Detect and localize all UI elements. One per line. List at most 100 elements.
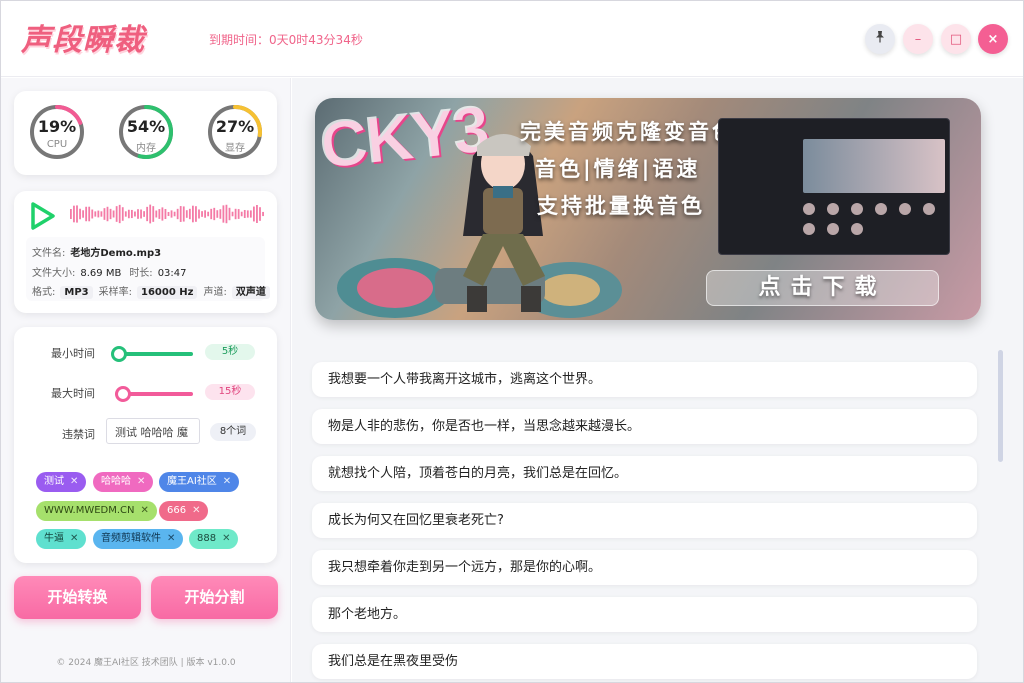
waveform-bar: [109, 208, 112, 220]
banned-words-input[interactable]: 测试 哈哈哈 魔: [106, 418, 200, 444]
tag-remove-icon[interactable]: ✕: [167, 533, 175, 544]
tag-chip[interactable]: 音频剪辑软件 ✕: [93, 529, 184, 549]
tag-chip[interactable]: 测试 ✕: [36, 472, 87, 492]
tag-chip[interactable]: 哈哈哈 ✕: [93, 472, 154, 492]
max-time-value: 15秒: [205, 384, 255, 400]
channel-label: 声道:: [203, 287, 227, 298]
audio-file-card: 文件名: 老地方Demo.mp3 文件大小: 8.69 MB 时长: 03:47 格式:…: [14, 191, 277, 313]
tag-remove-icon[interactable]: ✕: [223, 476, 231, 487]
preview-avatar: [851, 223, 863, 235]
tag-chip[interactable]: 魔王AI社区 ✕: [159, 472, 240, 492]
format-value: MP3: [60, 286, 93, 299]
waveform-bar: [149, 204, 152, 224]
tag-remove-icon[interactable]: ✕: [222, 533, 230, 544]
waveform-bar: [198, 209, 200, 219]
tag-chip[interactable]: 888 ✕: [189, 529, 239, 549]
sentence-list-scrollbar[interactable]: [998, 350, 1003, 462]
cpu-percent: 19%: [37, 117, 77, 136]
waveform-bar: [182, 206, 185, 222]
min-time-value: 5秒: [205, 344, 255, 360]
waveform-bar: [167, 211, 170, 217]
sentence-item[interactable]: 物是人非的悲伤，你是否也一样，当思念越来越漫长。: [312, 409, 977, 444]
expire-value: 0天0时43分34秒: [269, 33, 363, 47]
tag-chip[interactable]: WWW.MWEDM.CN ✕: [36, 501, 157, 521]
waveform-bar: [161, 207, 164, 221]
promo-banner[interactable]: CKY3 完美音频克隆变音色 音色|情绪|语速 支持批量换音色 点击下载: [315, 98, 981, 320]
tag-remove-icon[interactable]: ✕: [70, 476, 78, 487]
vram-gauge: 27% 显存: [206, 103, 264, 161]
preview-thumbnail: [803, 139, 945, 193]
sentence-item[interactable]: 我只想牵着你走到另一个远方，那是你的心啊。: [312, 550, 977, 585]
waveform-bar: [118, 204, 121, 224]
system-monitor-card: 19% CPU 54% 内存 27% 显存: [14, 91, 277, 175]
waveform-bar: [164, 208, 167, 220]
waveform-bar: [70, 209, 72, 219]
waveform-bar: [88, 206, 91, 222]
maximize-button[interactable]: □: [941, 24, 971, 54]
sentence-item[interactable]: 我想要一个人带我离开这城市，逃离这个世界。: [312, 362, 977, 397]
close-button[interactable]: ×: [978, 24, 1008, 54]
waveform-bar: [195, 206, 197, 222]
memory-label: 内存: [136, 143, 156, 154]
waveform-bar: [140, 209, 142, 219]
waveform-bar: [155, 210, 158, 218]
min-time-slider-thumb[interactable]: [110, 346, 127, 362]
vram-percent: 27%: [215, 117, 255, 136]
download-button[interactable]: 点击下载: [706, 270, 939, 306]
preview-avatar: [827, 203, 839, 215]
app-window: 声段瞬裁 到期时间：0天0时43分34秒 – □ × 19% CPU 54% 内…: [0, 0, 1024, 683]
main-panel: CKY3 完美音频克隆变音色 音色|情绪|语速 支持批量换音色 点击下载 我想要…: [292, 78, 1023, 682]
tag-remove-icon[interactable]: ✕: [70, 533, 78, 544]
waveform-bar: [237, 209, 240, 219]
waveform-bar: [249, 210, 252, 218]
waveform-bar: [143, 211, 145, 217]
sentence-item[interactable]: 就想找个人陪，顶着苍白的月亮，我们总是在回忆。: [312, 456, 977, 491]
waveform-bar: [176, 208, 179, 220]
preview-avatar: [803, 223, 815, 235]
waveform-bar: [201, 211, 203, 217]
title-bar: 声段瞬裁 到期时间：0天0时43分34秒 – □ ×: [1, 1, 1023, 77]
duration-label: 时长:: [129, 268, 153, 279]
expire-label: 到期时间：: [209, 33, 270, 47]
waveform-bar: [259, 207, 261, 221]
tag-label: WWW.MWEDM.CN: [44, 505, 135, 516]
expire-time: 到期时间：0天0时43分34秒: [209, 31, 363, 48]
tag-label: 666: [167, 505, 187, 516]
waveform-bar: [73, 205, 75, 223]
size-row: 文件大小: 8.69 MB 时长: 03:47: [32, 264, 195, 279]
tag-remove-icon[interactable]: ✕: [137, 476, 145, 487]
waveform-bar: [256, 205, 258, 223]
start-convert-button[interactable]: 开始转换: [14, 576, 141, 619]
minimize-button[interactable]: –: [903, 24, 933, 54]
sentence-item[interactable]: 成长为何又在回忆里衰老死亡?: [312, 503, 977, 538]
waveform-bar: [253, 206, 255, 222]
channel-value: 双声道: [231, 286, 270, 299]
waveform-bar: [158, 209, 161, 219]
waveform-bar: [243, 209, 246, 219]
filename-value: 老地方Demo.mp3: [70, 248, 162, 259]
banner-line-1: 完美音频克隆变音色: [520, 120, 736, 144]
tag-remove-icon[interactable]: ✕: [141, 505, 149, 516]
tag-remove-icon[interactable]: ✕: [192, 505, 200, 516]
tag-label: 音频剪辑软件: [101, 533, 161, 544]
min-time-label: 最小时间: [51, 347, 95, 360]
sentence-item[interactable]: 我们总是在黑夜里受伤: [312, 644, 977, 679]
waveform-bar: [137, 209, 139, 219]
tag-chip[interactable]: 666 ✕: [159, 501, 209, 521]
app-preview-screenshot: [718, 118, 950, 255]
sentence-item[interactable]: 那个老地方。: [312, 597, 977, 632]
file-info: 文件名: 老地方Demo.mp3 文件大小: 8.69 MB 时长: 03:47 格式:…: [26, 237, 270, 301]
waveform-bar: [112, 210, 115, 218]
waveform-bar: [207, 211, 210, 217]
waveform-bar: [179, 206, 182, 222]
play-icon[interactable]: [30, 202, 56, 234]
waveform[interactable]: [70, 201, 266, 227]
max-time-slider-thumb[interactable]: [114, 386, 131, 402]
waveform-bar: [115, 206, 118, 222]
start-split-button[interactable]: 开始分割: [151, 576, 278, 619]
pin-button[interactable]: [865, 24, 895, 54]
tag-chip[interactable]: 牛逼 ✕: [36, 529, 87, 549]
banner-line-2: 音色|情绪|语速: [535, 157, 701, 181]
cpu-label: CPU: [46, 139, 68, 150]
waveform-bar: [216, 210, 219, 218]
